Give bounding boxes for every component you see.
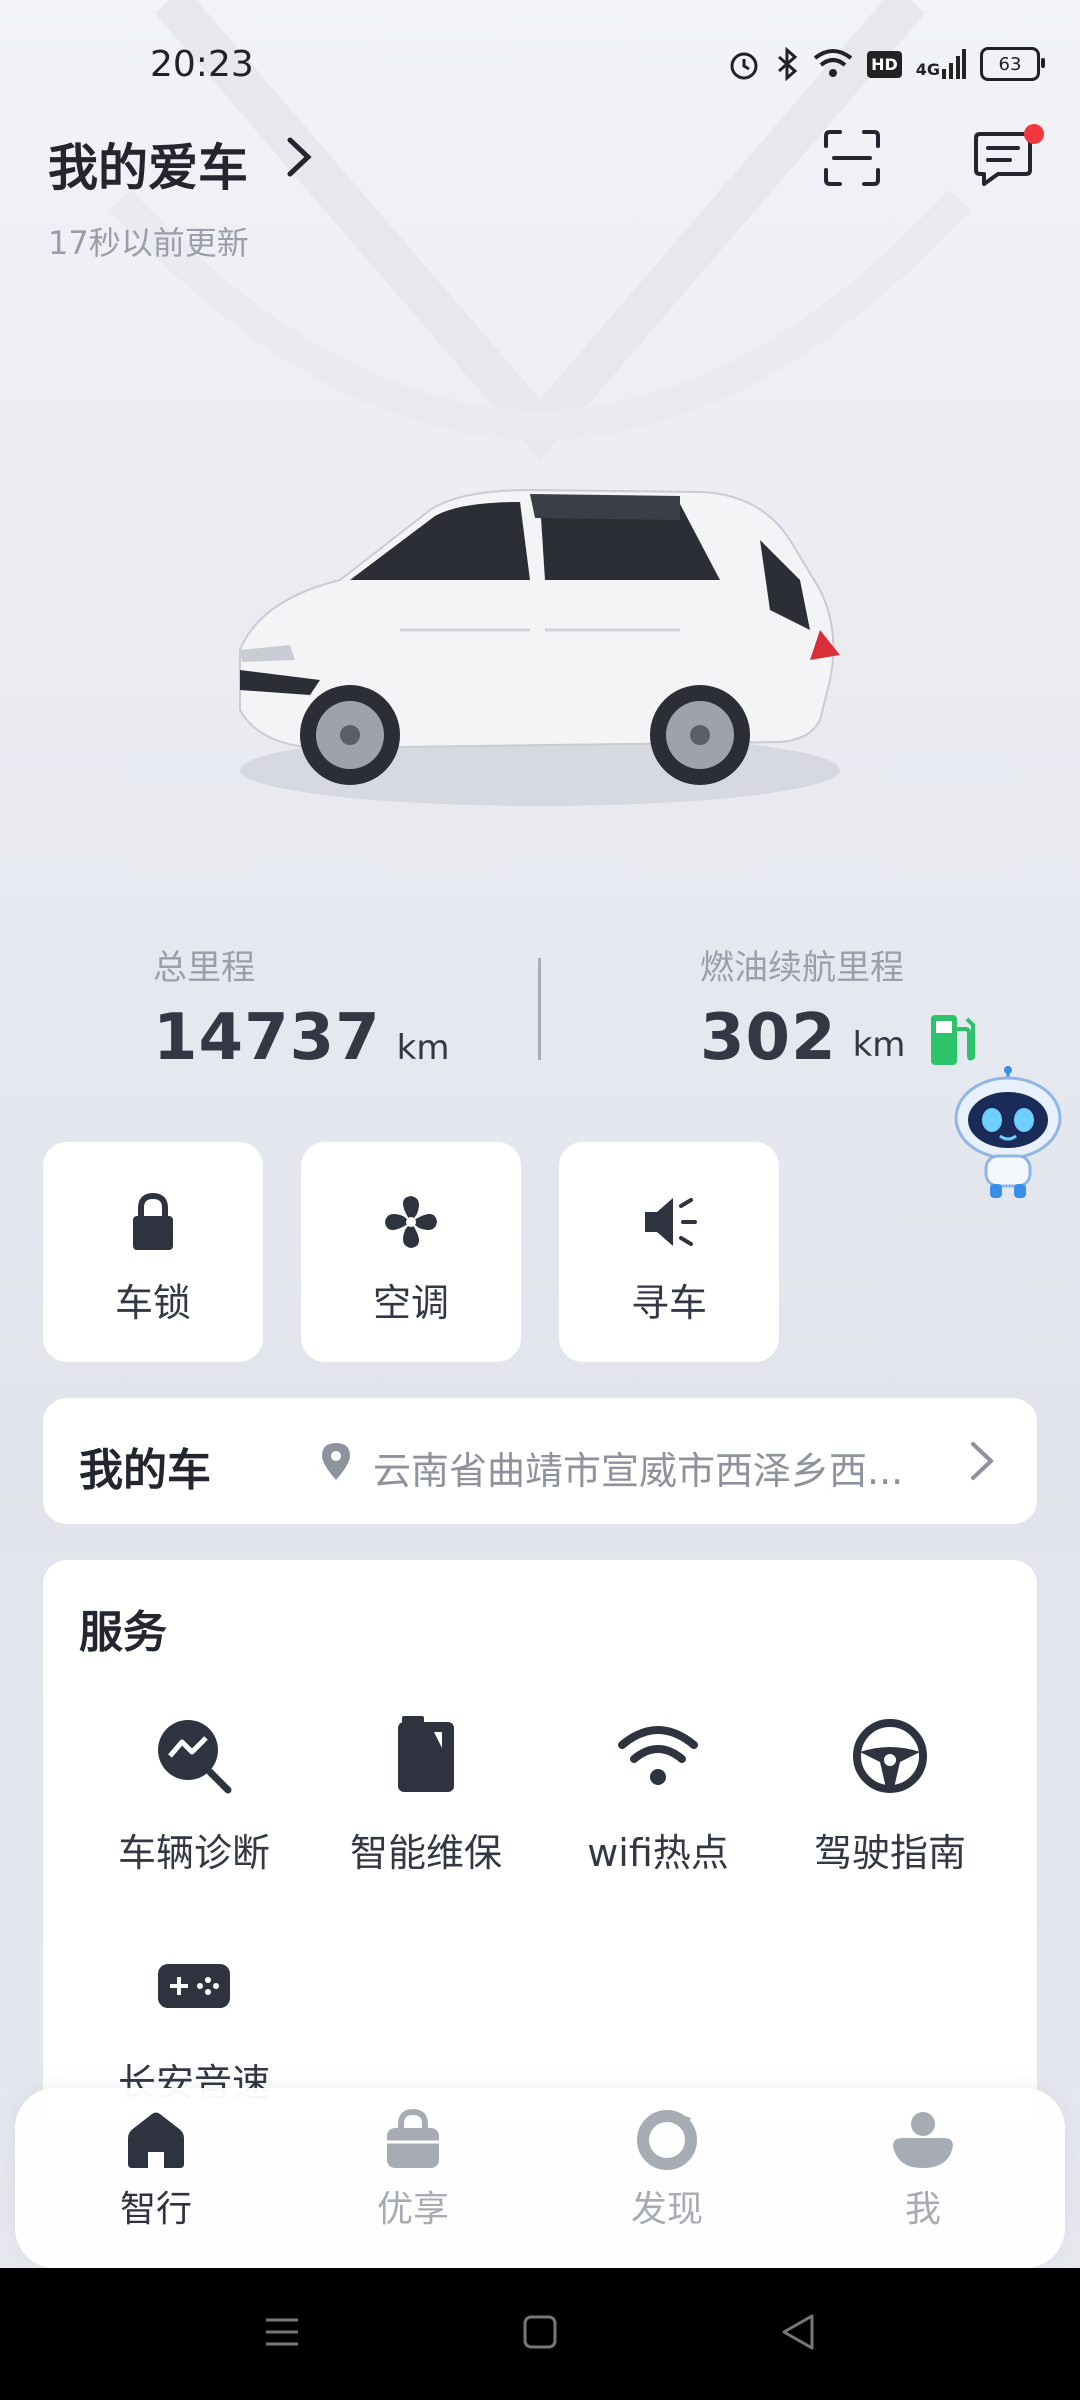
diagnosis-icon: [158, 1720, 232, 1794]
chevron-right-icon: [971, 1442, 994, 1480]
bluetooth-icon: [778, 47, 798, 81]
status-icons: HD 4G 63: [727, 44, 1045, 84]
service-label: wifi热点: [587, 1831, 729, 1875]
nav-smart-travel[interactable]: 智行: [76, 2108, 236, 2232]
location-pin-icon: [322, 1443, 350, 1480]
fuel-range: 燃油续航里程 302 km: [700, 940, 977, 1075]
steering-wheel-icon: [853, 1719, 927, 1793]
car-image: [239, 488, 840, 806]
lock-button[interactable]: 车锁: [43, 1142, 263, 1362]
total-mileage-label: 总里程: [153, 948, 255, 988]
service-driving-guide[interactable]: 驾驶指南: [775, 1706, 1005, 1877]
stats-divider: [538, 958, 541, 1060]
nav-label: 智行: [119, 2189, 192, 2230]
service-vehicle-diagnosis[interactable]: 车辆诊断: [79, 1706, 309, 1877]
total-mileage-unit: km: [396, 1028, 450, 1068]
discover-icon: [637, 2110, 697, 2170]
nav-label: 优享: [376, 2189, 449, 2230]
service-label: 车辆诊断: [117, 1831, 270, 1875]
service-label: 驾驶指南: [813, 1831, 966, 1875]
services-card: 服务 车辆诊断 智能维保 wifi热点 驾驶指南 长安音速: [43, 1560, 1037, 2120]
home-icon: [128, 2112, 184, 2168]
gamepad-icon: [158, 1964, 230, 2008]
back-icon[interactable]: [778, 2312, 818, 2352]
fuel-range-label: 燃油续航里程: [700, 948, 904, 988]
update-time: 17秒以前更新: [48, 224, 249, 262]
fuel-pump-icon: [931, 1015, 976, 1065]
my-car-title: 我的车: [79, 1445, 211, 1496]
bag-icon: [387, 2108, 439, 2168]
nav-label: 发现: [630, 2189, 703, 2230]
lock-label: 车锁: [114, 1281, 191, 1325]
ac-label: 空调: [372, 1281, 449, 1325]
network-indicator: 4G: [916, 49, 966, 79]
alarm-icon: [730, 52, 758, 80]
find-car-button[interactable]: 寻车: [559, 1142, 779, 1362]
signal-icon: [942, 49, 966, 79]
fuel-range-value: 302: [700, 1001, 837, 1075]
total-mileage-value: 14737: [153, 1001, 381, 1075]
bottom-nav: 智行 优享 发现 我: [15, 2088, 1065, 2268]
maintenance-icon: [398, 1716, 454, 1792]
wifi-status-icon: [813, 49, 853, 77]
car-location: 云南省曲靖市宣威市西泽乡西...: [373, 1449, 904, 1493]
total-mileage: 总里程 14737 km: [153, 940, 449, 1075]
service-smart-maintenance[interactable]: 智能维保: [311, 1706, 541, 1877]
speaker-icon: [645, 1198, 697, 1246]
nav-me[interactable]: 我: [843, 2108, 1003, 2232]
notification-badge: [1024, 124, 1044, 144]
system-nav-bar: [0, 2268, 1080, 2400]
service-label: 智能维保: [349, 1831, 502, 1875]
nav-label: 我: [904, 2189, 941, 2230]
chevron-right-icon[interactable]: [282, 132, 318, 182]
service-wifi-hotspot[interactable]: wifi热点: [543, 1706, 773, 1877]
lock-icon: [133, 1192, 173, 1250]
service-changan-sound[interactable]: 长安音速: [79, 1936, 309, 2107]
scan-icon[interactable]: [822, 128, 882, 188]
nav-discover[interactable]: 发现: [587, 2108, 747, 2232]
status-time: 20:23: [150, 44, 254, 85]
services-title: 服务: [79, 1607, 167, 1658]
hd-badge: HD: [867, 50, 902, 78]
nav-enjoy[interactable]: 优享: [333, 2108, 493, 2232]
home-square-icon[interactable]: [520, 2312, 560, 2352]
my-car-card[interactable]: 我的车 云南省曲靖市宣威市西泽乡西...: [43, 1398, 1037, 1524]
wifi-icon: [618, 1726, 698, 1785]
page-title[interactable]: 我的爱车: [48, 128, 248, 200]
fuel-range-unit: km: [852, 1025, 906, 1065]
person-icon: [893, 2112, 953, 2168]
battery-icon: 63: [980, 47, 1045, 81]
find-car-label: 寻车: [630, 1281, 707, 1325]
fan-icon: [385, 1196, 437, 1248]
ac-button[interactable]: 空调: [301, 1142, 521, 1362]
menu-icon[interactable]: [262, 2312, 302, 2352]
assistant-robot-icon[interactable]: [950, 1066, 1066, 1202]
